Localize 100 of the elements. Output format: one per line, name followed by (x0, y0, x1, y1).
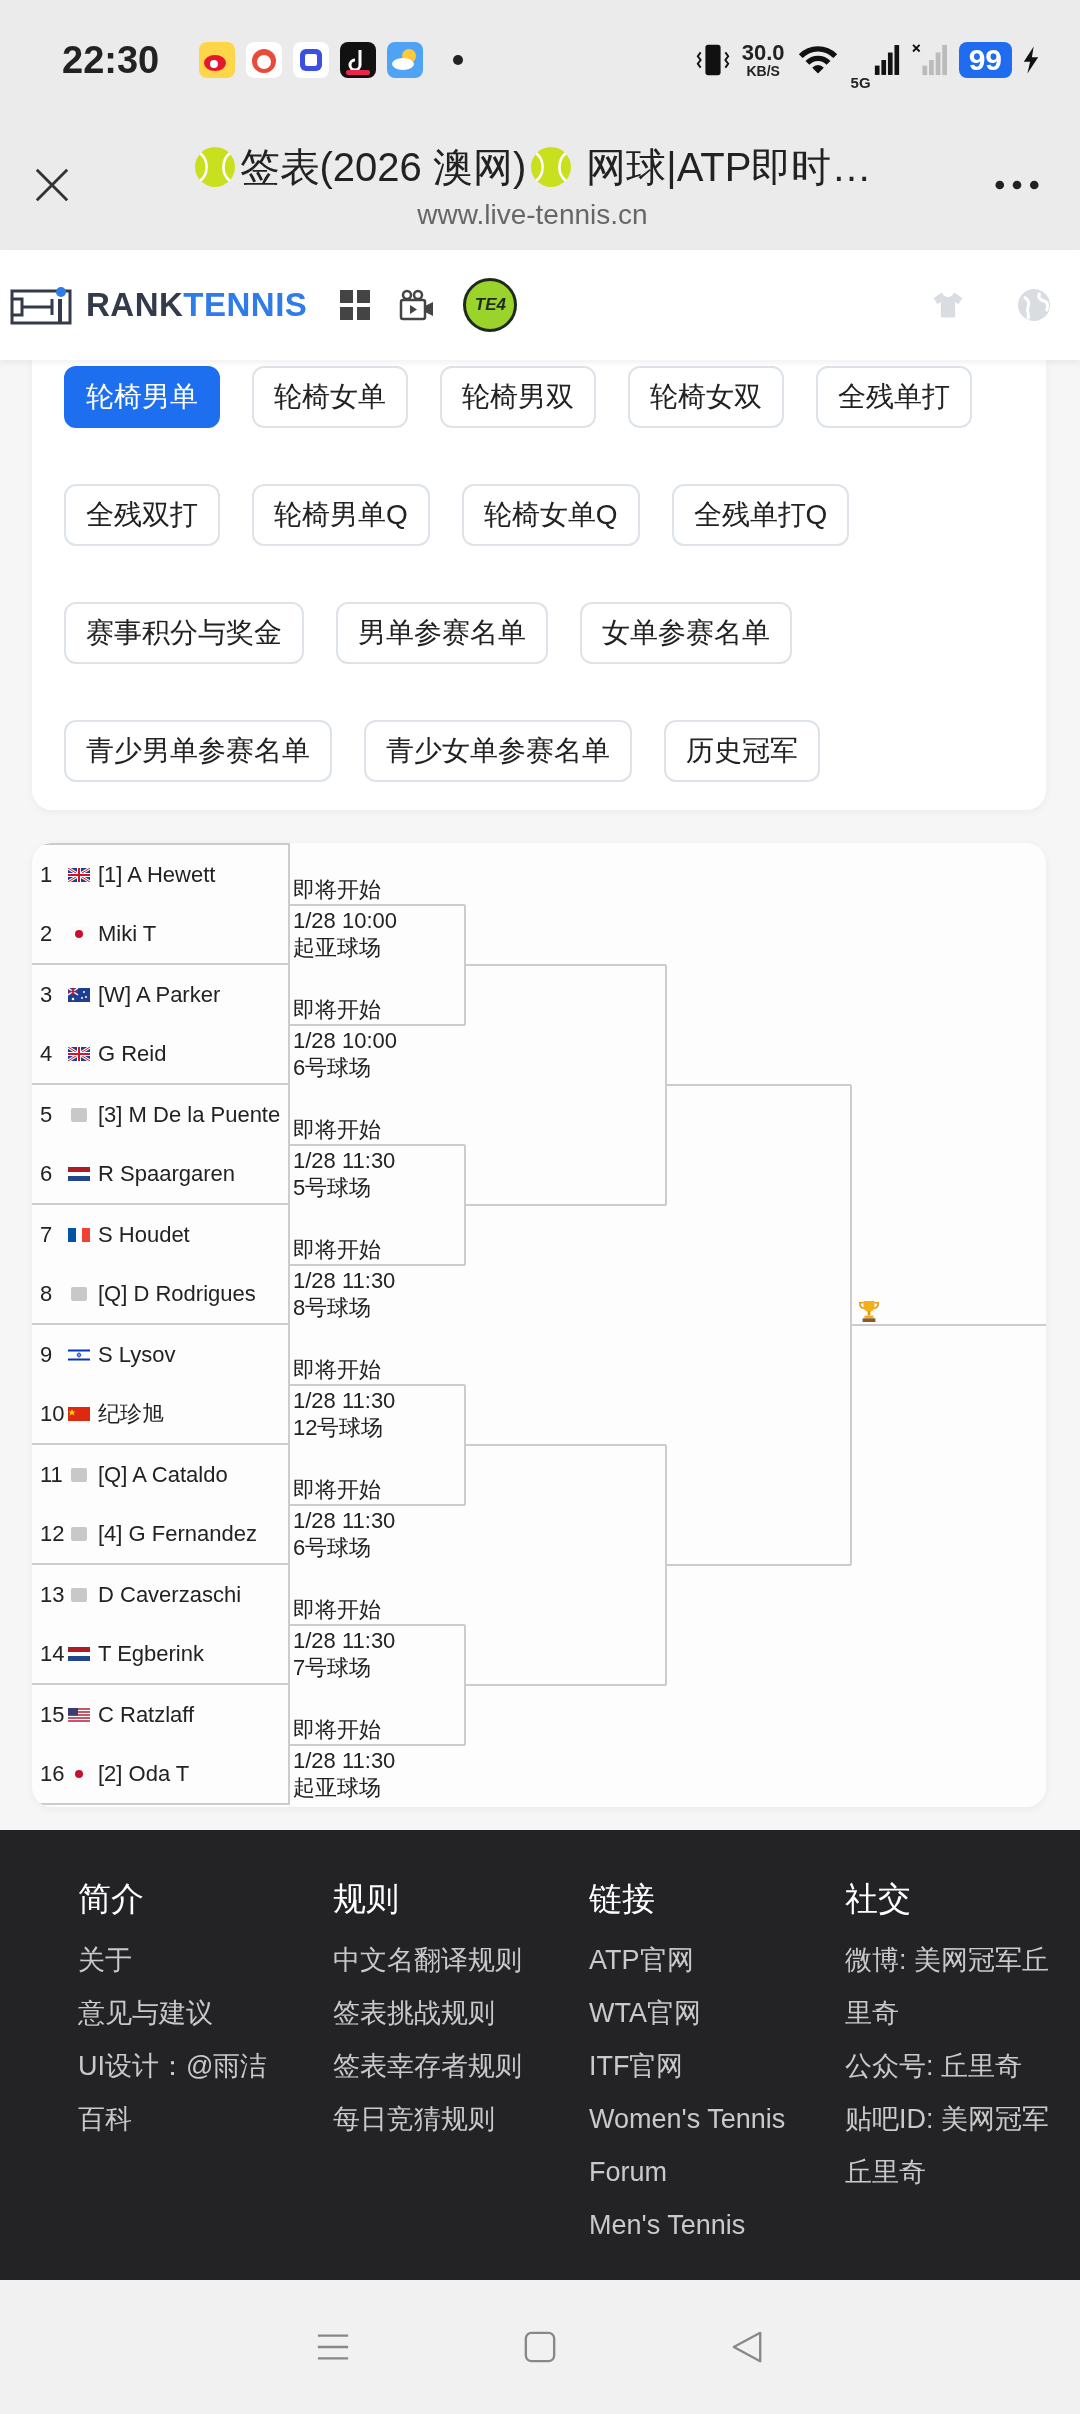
notification-dot-icon (452, 54, 465, 66)
category-chip[interactable]: 青少男单参赛名单 (64, 720, 332, 782)
match-court: 12号球场 (293, 1414, 385, 1441)
category-chip[interactable]: 轮椅女单 (252, 366, 408, 428)
category-chip[interactable]: 青少女单参赛名单 (364, 720, 632, 782)
draw-number: 1 (40, 862, 54, 888)
app-icon (340, 42, 377, 78)
footer-link[interactable]: 中文名翻译规则 (333, 1934, 538, 1987)
footer-link[interactable]: UI设计：@雨洁百科 (78, 2040, 283, 2146)
draw-number: 12 (40, 1521, 66, 1547)
match-court: 5号球场 (293, 1174, 373, 1201)
match-status: 即将开始 (293, 1596, 381, 1623)
match-court: 7号球场 (293, 1654, 373, 1681)
draw-number: 16 (40, 1761, 66, 1787)
footer-link[interactable]: Women's Tennis Forum (589, 2093, 794, 2199)
player-name[interactable]: S Lysov (98, 1342, 176, 1368)
player-name[interactable]: C Ratzlaff (98, 1702, 195, 1728)
category-chip[interactable]: 女单参赛名单 (580, 602, 792, 664)
match-time: 1/28 11:30 (293, 1627, 397, 1654)
flag-icon (68, 1348, 90, 1362)
draw-number: 6 (40, 1161, 54, 1187)
category-chip[interactable]: 赛事积分与奖金 (64, 602, 304, 664)
footer-link[interactable]: Men's Tennis (589, 2199, 794, 2252)
footer-link[interactable]: 公众号: 丘里奇 (845, 2040, 1059, 2093)
player-name[interactable]: G Reid (98, 1041, 167, 1067)
more-icon[interactable] (994, 179, 1040, 191)
category-chip[interactable]: 轮椅男单Q (252, 484, 430, 546)
no-signal-icon (910, 43, 949, 77)
status-time: 22:30 (62, 38, 160, 82)
footer-link[interactable]: 签表幸存者规则 (333, 2040, 538, 2093)
placeholder-flag-icon (68, 1287, 90, 1301)
player-name[interactable]: R Spaargaren (98, 1161, 235, 1187)
footer-heading: 简介 (78, 1879, 145, 1919)
category-chip[interactable]: 全残单打Q (671, 484, 850, 546)
te4-badge[interactable]: TE4 (463, 278, 518, 332)
grid-icon[interactable] (339, 289, 372, 321)
player-name[interactable]: [Q] D Rodrigues (98, 1281, 256, 1307)
footer-link[interactable]: WTA官网 (589, 1987, 794, 2040)
player-name[interactable]: [3] M De la Puente (98, 1102, 281, 1128)
match-status: 即将开始 (293, 1356, 381, 1383)
player-name[interactable]: [2] Oda T (98, 1761, 190, 1787)
footer-link[interactable]: 每日竞猜规则 (333, 2093, 538, 2146)
draw-number: 5 (40, 1102, 54, 1128)
match-status: 即将开始 (293, 1236, 381, 1263)
category-chip[interactable]: 全残单打 (816, 366, 972, 428)
tennis-ball-icon (530, 146, 573, 188)
match-court: 起亚球场 (293, 1774, 382, 1801)
category-chip[interactable]: 全残双打 (64, 484, 220, 546)
footer-link[interactable]: ATP官网 (589, 1934, 794, 1987)
flag-icon (68, 1708, 90, 1722)
footer-heading: 链接 (589, 1879, 656, 1919)
page-title: 网球|ATP即时… (586, 143, 872, 191)
footer-link[interactable]: ITF官网 (589, 2040, 794, 2093)
category-chip[interactable]: 轮椅男单 (64, 366, 220, 428)
player-name[interactable]: T Egberink (98, 1641, 204, 1667)
player-name[interactable]: S Houdet (98, 1222, 190, 1248)
player-name[interactable]: [W] A Parker (98, 982, 221, 1008)
player-name[interactable]: [4] G Fernandez (98, 1521, 257, 1547)
category-chip[interactable]: 轮椅女双 (628, 366, 784, 428)
placeholder-flag-icon (68, 1468, 90, 1482)
match-time: 1/28 10:00 (293, 1027, 398, 1054)
draw-number: 15 (40, 1702, 66, 1728)
category-chip[interactable]: 轮椅女单Q (461, 484, 640, 546)
match-status: 即将开始 (293, 1716, 381, 1743)
signal-icon (872, 43, 901, 77)
home-square-icon[interactable] (523, 2330, 557, 2364)
footer-link[interactable]: 意见与建议 (78, 1987, 283, 2040)
flag-icon (68, 1647, 90, 1661)
player-name[interactable]: 纪珍旭 (98, 1399, 164, 1429)
app-icon (387, 42, 424, 78)
match-court: 6号球场 (293, 1054, 373, 1081)
match-court: 起亚球场 (293, 934, 382, 961)
footer-link[interactable]: 贴吧ID: 美网冠军丘里奇 (845, 2093, 1059, 2199)
category-chip[interactable]: 历史冠军 (664, 720, 820, 782)
category-chip[interactable]: 男单参赛名单 (336, 602, 548, 664)
category-chip[interactable]: 轮椅男双 (440, 366, 596, 428)
flag-icon (68, 1167, 90, 1181)
match-court: 6号球场 (293, 1534, 373, 1561)
close-icon[interactable] (33, 166, 71, 204)
player-name[interactable]: [Q] A Cataldo (98, 1462, 228, 1488)
footer-heading: 规则 (333, 1879, 400, 1919)
player-name[interactable]: [1] A Hewett (98, 862, 216, 888)
draw-number: 14 (40, 1641, 66, 1667)
player-name[interactable]: Miki T (98, 921, 157, 947)
footer-link[interactable]: 微博: 美网冠军丘里奇 (845, 1934, 1059, 2040)
logo-icon[interactable] (10, 285, 72, 325)
draw-number: 7 (40, 1222, 54, 1248)
footer-link[interactable]: 签表挑战规则 (333, 1987, 538, 2040)
video-camera-icon[interactable] (399, 289, 436, 321)
network-type-text: 5G (850, 73, 871, 91)
match-time: 1/28 11:30 (293, 1387, 397, 1414)
flag-icon (68, 988, 90, 1002)
player-name[interactable]: D Caverzaschi (98, 1582, 242, 1608)
footer-link[interactable]: 关于 (78, 1934, 283, 1987)
draw-number: 10 (40, 1401, 66, 1427)
battery-indicator: 99 (958, 42, 1012, 78)
match-status: 即将开始 (293, 1116, 381, 1143)
draw-number: 8 (40, 1281, 54, 1307)
app-icon (246, 42, 283, 78)
site-logo-text[interactable]: RANKTENNIS (86, 286, 308, 324)
